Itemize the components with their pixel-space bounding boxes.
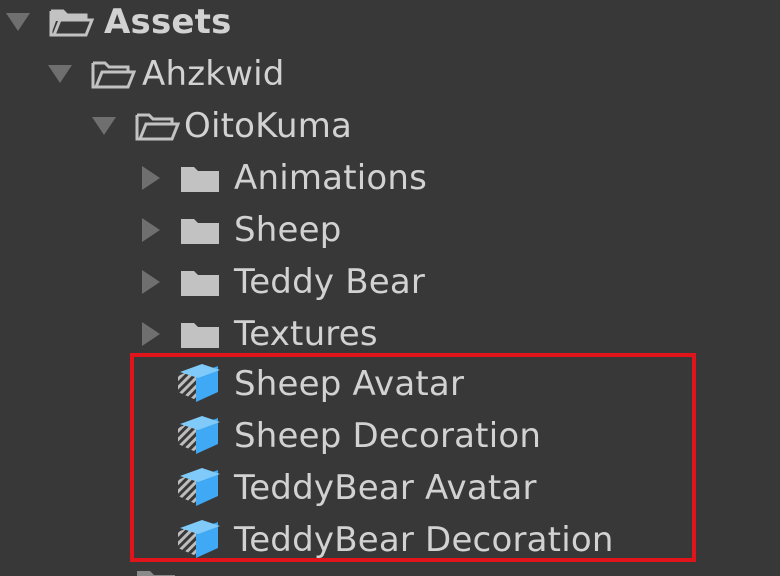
tree-item-partial[interactable] [128, 566, 176, 576]
prefab-variant-icon [178, 520, 220, 558]
expand-arrow-icon[interactable] [92, 117, 116, 135]
expand-arrow-icon[interactable] [6, 13, 30, 31]
tree-item-teddy-bear-folder[interactable]: Teddy Bear [142, 256, 425, 308]
folder-open-icon [91, 61, 136, 89]
folder-icon [181, 323, 219, 348]
tree-item-label: Sheep Avatar [234, 364, 465, 404]
tree-item-animations[interactable]: Animations [142, 152, 427, 204]
tree-item-label: Animations [234, 158, 428, 198]
collapse-arrow-icon[interactable] [142, 322, 160, 346]
collapse-arrow-icon[interactable] [142, 270, 160, 294]
tree-item-teddybear-decoration[interactable]: TeddyBear Decoration [176, 514, 614, 566]
tree-item-textures[interactable]: Textures [142, 308, 378, 360]
project-tree: Assets Ahzkwid OitoKuma Animations Sheep [0, 0, 780, 576]
prefab-variant-icon [178, 364, 220, 402]
prefab-variant-icon [178, 468, 220, 506]
tree-item-sheep-decoration[interactable]: Sheep Decoration [176, 410, 541, 462]
tree-item-teddybear-avatar[interactable]: TeddyBear Avatar [176, 462, 537, 514]
tree-item-label: TeddyBear Avatar [234, 468, 537, 508]
tree-item-ahzkwid[interactable]: Ahzkwid [48, 48, 285, 100]
tree-item-label: Sheep [234, 210, 342, 250]
tree-item-assets[interactable]: Assets [6, 0, 232, 48]
tree-item-sheep-avatar[interactable]: Sheep Avatar [176, 358, 464, 410]
folder-icon [181, 271, 219, 296]
folder-open-icon [135, 113, 180, 141]
folder-icon [137, 571, 175, 576]
tree-item-label: Assets [104, 2, 232, 42]
tree-item-label: Teddy Bear [234, 262, 426, 302]
folder-icon [181, 167, 219, 192]
tree-item-label: Ahzkwid [142, 54, 285, 94]
tree-item-oitokuma[interactable]: OitoKuma [92, 100, 352, 152]
tree-item-label: Textures [234, 314, 378, 354]
collapse-arrow-icon[interactable] [142, 218, 160, 242]
tree-item-label: Sheep Decoration [234, 416, 542, 456]
collapse-arrow-icon[interactable] [142, 166, 160, 190]
tree-item-label: OitoKuma [184, 106, 353, 146]
prefab-variant-icon [178, 416, 220, 454]
folder-icon [181, 219, 219, 244]
tree-item-label: TeddyBear Decoration [234, 520, 614, 560]
expand-arrow-icon[interactable] [48, 65, 72, 83]
folder-open-icon [49, 9, 94, 37]
tree-item-sheep-folder[interactable]: Sheep [142, 204, 342, 256]
